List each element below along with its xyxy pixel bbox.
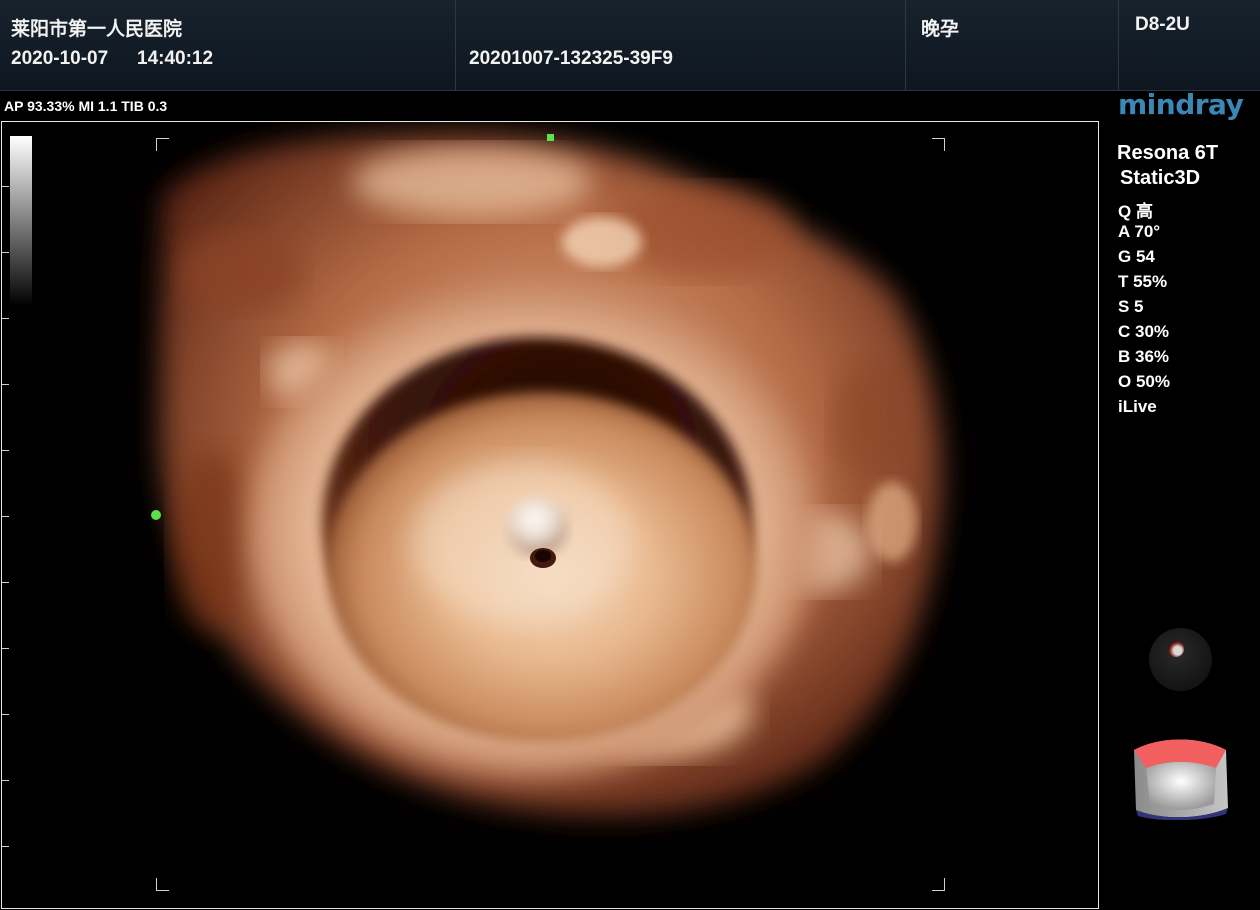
exam-id: 20201007-132325-39F9 bbox=[469, 48, 673, 69]
system-model: Resona 6T bbox=[1117, 142, 1219, 164]
depth-tick bbox=[2, 648, 9, 649]
trackball-indicator bbox=[1168, 641, 1184, 657]
depth-tick bbox=[2, 318, 9, 319]
param-angle: A 70° bbox=[1118, 222, 1161, 241]
probe-name: D8-2U bbox=[1135, 14, 1190, 35]
header-cell-exam-id: 20201007-132325-39F9 bbox=[455, 0, 906, 90]
header-bar: 莱阳市第一人民医院 2020-10-07 14:40:12 20201007-1… bbox=[0, 0, 1260, 91]
depth-tick bbox=[2, 846, 9, 847]
depth-tick bbox=[2, 186, 9, 187]
roi-corner-top-right bbox=[932, 138, 945, 151]
hospital-name: 莱阳市第一人民医院 bbox=[11, 19, 183, 40]
exam-date: 2020-10-07 bbox=[11, 48, 109, 69]
grayscale-bar bbox=[10, 136, 32, 306]
param-opacity: O 50% bbox=[1118, 372, 1170, 391]
trackball-icon[interactable] bbox=[1149, 628, 1212, 691]
depth-tick bbox=[2, 582, 9, 583]
brand-logo: mindray bbox=[1118, 88, 1244, 121]
param-smooth: S 5 bbox=[1118, 297, 1144, 316]
param-gain: G 54 bbox=[1118, 247, 1155, 266]
depth-tick bbox=[2, 450, 9, 451]
depth-tick bbox=[2, 780, 9, 781]
imaging-mode: Static3D bbox=[1120, 167, 1201, 189]
depth-tick bbox=[2, 252, 9, 253]
3d-orientation-cube-icon[interactable] bbox=[1130, 738, 1230, 820]
roi-corner-bottom-left bbox=[156, 878, 169, 891]
roi-corner-bottom-right bbox=[932, 878, 945, 891]
exam-type: 晚孕 bbox=[921, 19, 960, 40]
param-threshold: T 55% bbox=[1118, 272, 1168, 291]
exam-time: 14:40:12 bbox=[137, 48, 214, 69]
depth-tick bbox=[2, 714, 9, 715]
rendered-3d-volume bbox=[160, 133, 942, 816]
param-quality: Q 高 bbox=[1118, 202, 1153, 221]
header-cell-probe: D8-2U bbox=[1118, 0, 1259, 90]
header-cell-exam-type: 晚孕 bbox=[905, 0, 1119, 90]
ultrasound-image-area[interactable] bbox=[1, 121, 1099, 909]
depth-tick bbox=[2, 516, 9, 517]
param-contrast: C 30% bbox=[1118, 322, 1170, 341]
orientation-marker-top bbox=[547, 134, 554, 141]
param-ilive: iLive bbox=[1118, 397, 1157, 416]
acoustic-output-readout: AP 93.33% MI 1.1 TIB 0.3 bbox=[4, 98, 168, 114]
header-cell-hospital: 莱阳市第一人民医院 2020-10-07 14:40:12 bbox=[0, 0, 456, 90]
param-brightness: B 36% bbox=[1118, 347, 1170, 366]
roi-corner-top-left bbox=[156, 138, 169, 151]
depth-tick bbox=[2, 384, 9, 385]
orientation-marker-left bbox=[151, 510, 161, 520]
